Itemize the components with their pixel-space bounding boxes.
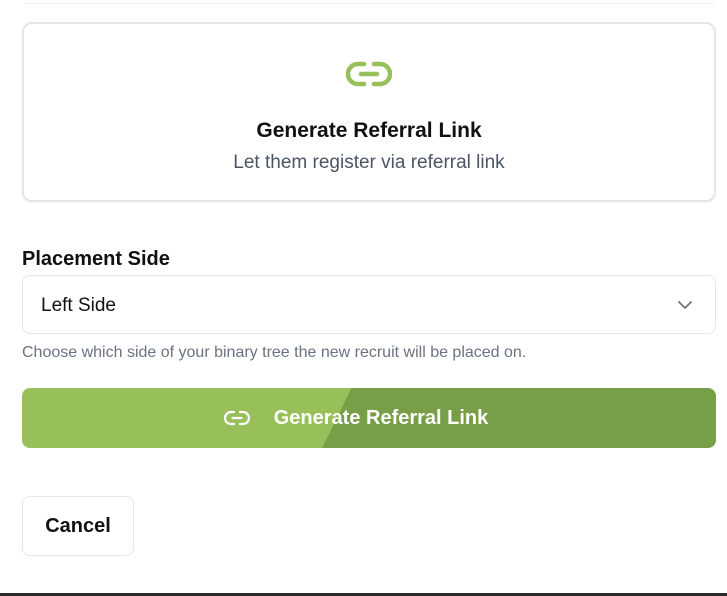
placement-helper-text: Choose which side of your binary tree th… xyxy=(22,344,527,361)
referral-dialog: Generate Referral Link Let them register… xyxy=(0,0,727,596)
chevron-down-icon xyxy=(678,301,692,309)
generate-button-content: Generate Referral Link xyxy=(22,388,716,448)
previous-card-edge xyxy=(24,0,714,4)
option-subtitle: Let them register via referral link xyxy=(233,152,505,173)
placement-side-select[interactable]: Left Side xyxy=(22,275,716,334)
generate-button-label: Generate Referral Link xyxy=(273,406,489,429)
placement-side-value: Left Side xyxy=(41,295,116,316)
link-icon xyxy=(346,61,392,87)
option-title: Generate Referral Link xyxy=(256,119,482,142)
referral-link-option-card[interactable]: Generate Referral Link Let them register… xyxy=(22,22,716,202)
link-icon xyxy=(223,410,250,426)
cancel-button[interactable]: Cancel xyxy=(22,496,134,556)
placement-side-label: Placement Side xyxy=(22,248,170,270)
generate-referral-link-button[interactable]: Generate Referral Link xyxy=(22,388,716,448)
